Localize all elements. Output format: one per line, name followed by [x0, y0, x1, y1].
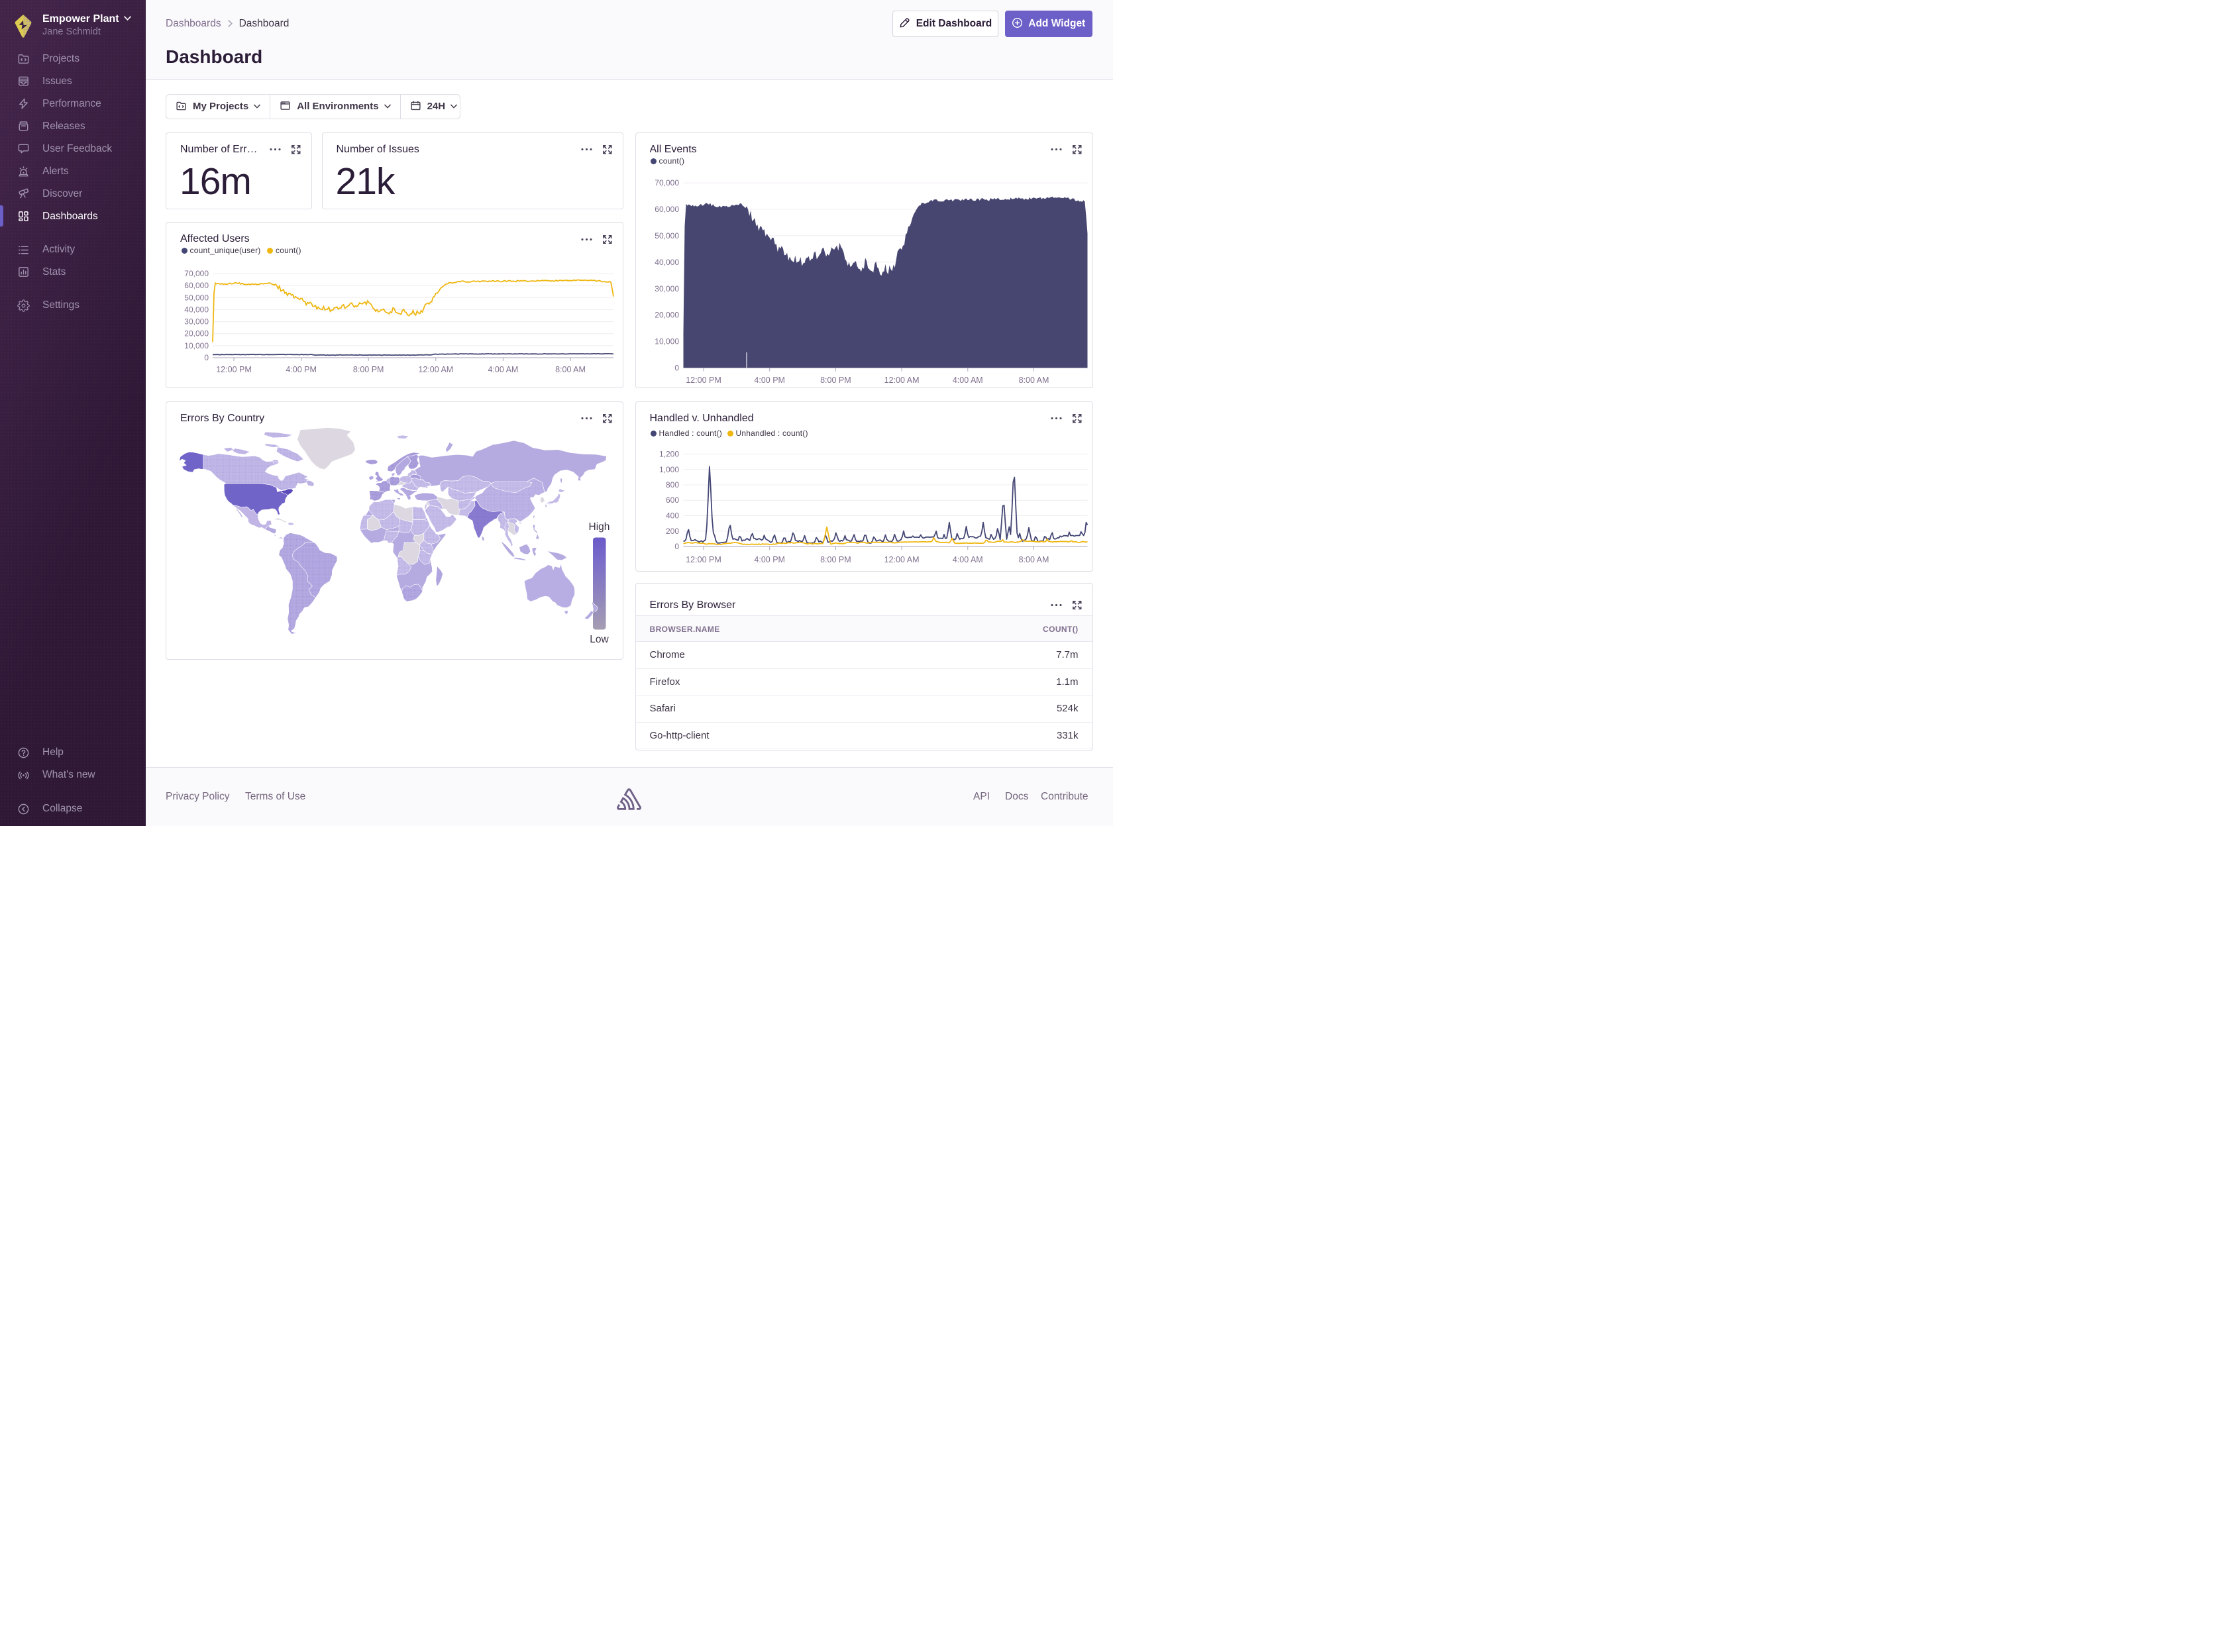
- svg-text:50,000: 50,000: [184, 293, 209, 302]
- svg-text:8:00 AM: 8:00 AM: [1018, 555, 1049, 564]
- svg-text:4:00 AM: 4:00 AM: [952, 555, 982, 564]
- svg-text:0: 0: [674, 363, 679, 372]
- svg-text:30,000: 30,000: [184, 317, 209, 327]
- svg-text:8:00 PM: 8:00 PM: [820, 376, 851, 385]
- svg-text:70,000: 70,000: [655, 178, 679, 187]
- svg-text:8:00 AM: 8:00 AM: [1018, 376, 1049, 385]
- svg-text:4:00 AM: 4:00 AM: [488, 365, 518, 374]
- svg-text:60,000: 60,000: [184, 281, 209, 290]
- svg-text:4:00 AM: 4:00 AM: [952, 376, 982, 385]
- svg-text:1,000: 1,000: [659, 464, 678, 474]
- svg-text:8:00 PM: 8:00 PM: [820, 555, 851, 564]
- svg-text:12:00 AM: 12:00 AM: [884, 555, 919, 564]
- svg-text:0: 0: [674, 542, 679, 551]
- svg-text:10,000: 10,000: [184, 341, 209, 350]
- svg-text:High: High: [589, 521, 610, 533]
- svg-text:30,000: 30,000: [655, 284, 679, 293]
- svg-text:4:00 PM: 4:00 PM: [754, 376, 785, 385]
- svg-text:70,000: 70,000: [184, 269, 209, 278]
- svg-text:200: 200: [665, 526, 678, 535]
- svg-text:0: 0: [204, 353, 209, 362]
- svg-text:8:00 PM: 8:00 PM: [353, 365, 384, 374]
- svg-text:50,000: 50,000: [655, 231, 679, 240]
- svg-text:12:00 AM: 12:00 AM: [418, 365, 453, 374]
- svg-text:1,200: 1,200: [659, 449, 678, 458]
- svg-text:12:00 AM: 12:00 AM: [884, 376, 919, 385]
- svg-text:800: 800: [665, 480, 678, 490]
- svg-text:20,000: 20,000: [184, 329, 209, 338]
- svg-text:20,000: 20,000: [655, 310, 679, 319]
- svg-text:Low: Low: [590, 634, 609, 645]
- svg-text:12:00 PM: 12:00 PM: [216, 365, 252, 374]
- svg-text:4:00 PM: 4:00 PM: [286, 365, 317, 374]
- svg-text:10,000: 10,000: [655, 336, 679, 346]
- svg-text:8:00 AM: 8:00 AM: [555, 365, 586, 374]
- svg-text:400: 400: [665, 511, 678, 520]
- svg-text:40,000: 40,000: [184, 305, 209, 314]
- svg-text:40,000: 40,000: [655, 257, 679, 266]
- svg-text:12:00 PM: 12:00 PM: [686, 555, 721, 564]
- svg-text:600: 600: [665, 495, 678, 505]
- svg-text:4:00 PM: 4:00 PM: [754, 555, 785, 564]
- svg-text:60,000: 60,000: [655, 205, 679, 214]
- svg-text:12:00 PM: 12:00 PM: [686, 376, 721, 385]
